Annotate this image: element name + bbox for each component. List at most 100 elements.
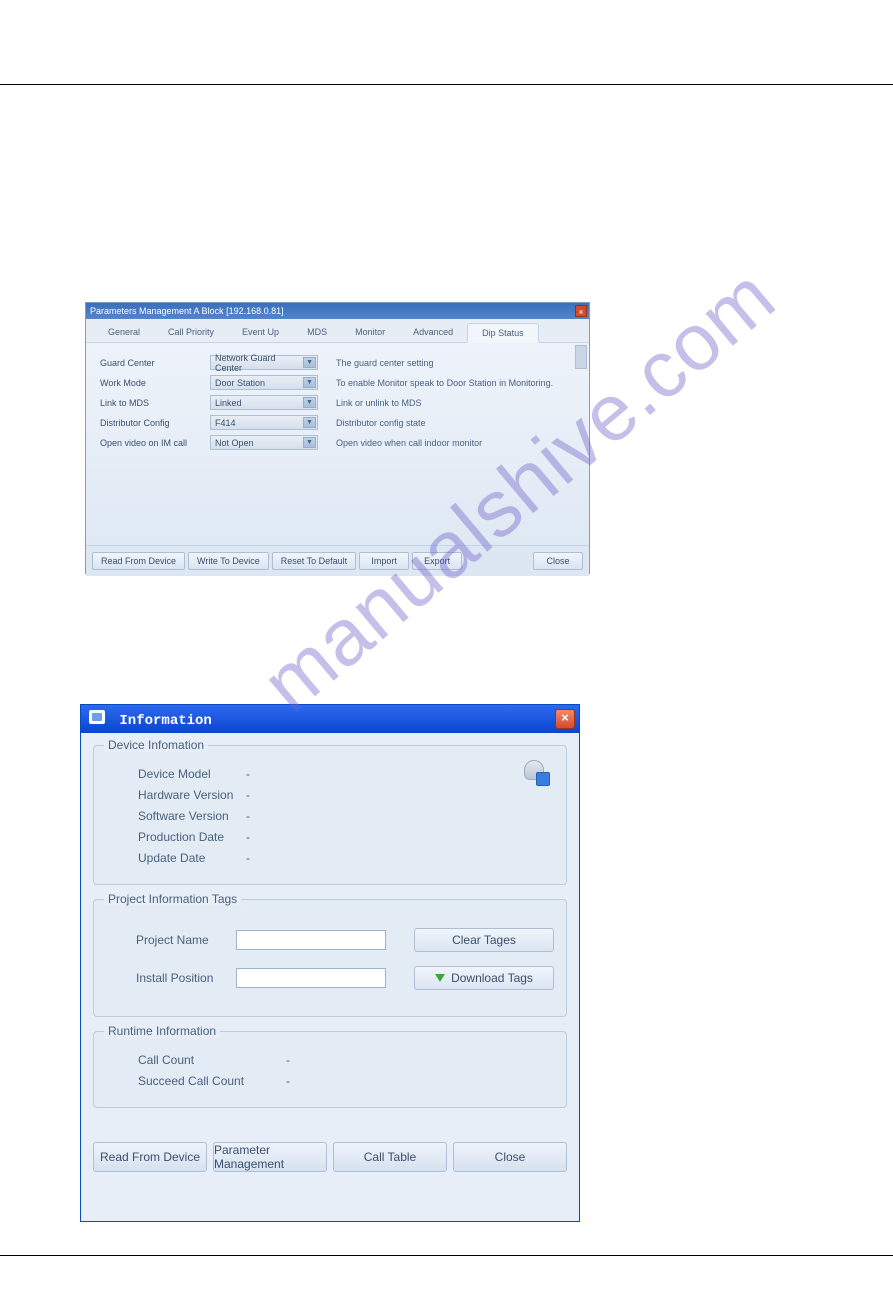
tab-dip-status[interactable]: Dip Status [467, 323, 539, 343]
link-mds-value: Linked [215, 398, 242, 408]
read-from-device-button[interactable]: Read From Device [92, 552, 185, 570]
production-date-value: - [246, 830, 266, 844]
project-information-tags-legend: Project Information Tags [104, 892, 241, 906]
chevron-down-icon: ▼ [303, 377, 316, 388]
row-distributor-config: Distributor Config F414 ▼ Distributor co… [100, 415, 575, 430]
succeed-call-count-label: Succeed Call Count [106, 1074, 286, 1088]
open-video-value: Not Open [215, 438, 254, 448]
clear-tags-button[interactable]: Clear Tages [414, 928, 554, 952]
information-window: Information × Device Infomation Device M… [80, 704, 580, 1222]
download-tags-label: Download Tags [451, 971, 533, 985]
reset-to-default-button[interactable]: Reset To Default [272, 552, 356, 570]
device-model-value: - [246, 767, 266, 781]
download-arrow-icon [435, 974, 445, 982]
close-button[interactable]: Close [533, 552, 583, 570]
row-call-count: Call Count - [106, 1053, 554, 1067]
row-guard-center: Guard Center Network Guard Center ▼ The … [100, 355, 575, 370]
runtime-information-fieldset: Runtime Information Call Count - Succeed… [93, 1031, 567, 1108]
call-table-button[interactable]: Call Table [333, 1142, 447, 1172]
row-link-mds: Link to MDS Linked ▼ Link or unlink to M… [100, 395, 575, 410]
device-information-fieldset: Device Infomation Device Model - Hardwar… [93, 745, 567, 885]
software-version-value: - [246, 809, 266, 823]
parameters-footer: Read From Device Write To Device Reset T… [86, 545, 589, 576]
chevron-down-icon: ▼ [303, 437, 316, 448]
distributor-config-label: Distributor Config [100, 418, 210, 428]
clear-tags-label: Clear Tages [452, 933, 516, 947]
tab-call-priority[interactable]: Call Priority [154, 323, 228, 342]
row-hardware-version: Hardware Version - [106, 788, 554, 802]
database-save-icon[interactable] [524, 760, 550, 786]
tab-mds[interactable]: MDS [293, 323, 341, 342]
project-information-tags-fieldset: Project Information Tags Project Name Cl… [93, 899, 567, 1017]
distributor-config-value: F414 [215, 418, 236, 428]
row-succeed-call-count: Succeed Call Count - [106, 1074, 554, 1088]
scrollbar[interactable] [575, 345, 587, 369]
row-production-date: Production Date - [106, 830, 554, 844]
download-tags-button[interactable]: Download Tags [414, 966, 554, 990]
device-model-label: Device Model [106, 767, 246, 781]
software-version-label: Software Version [106, 809, 246, 823]
install-position-input[interactable] [236, 968, 386, 988]
work-mode-desc: To enable Monitor speak to Door Station … [336, 378, 553, 388]
row-software-version: Software Version - [106, 809, 554, 823]
parameters-body: Guard Center Network Guard Center ▼ The … [86, 343, 589, 545]
row-update-date: Update Date - [106, 851, 554, 865]
export-button[interactable]: Export [412, 552, 462, 570]
row-open-video: Open video on IM call Not Open ▼ Open vi… [100, 435, 575, 450]
parameters-management-window: Parameters Management A Block [192.168.0… [85, 302, 590, 574]
install-position-label: Install Position [106, 971, 236, 985]
call-count-label: Call Count [106, 1053, 286, 1067]
information-footer: Read From Device Parameter Management Ca… [81, 1134, 579, 1184]
chevron-down-icon: ▼ [303, 357, 316, 368]
parameters-tabs: General Call Priority Event Up MDS Monit… [86, 319, 589, 343]
succeed-call-count-value: - [286, 1074, 306, 1088]
window-icon [89, 710, 105, 724]
parameters-titlebar: Parameters Management A Block [192.168.0… [86, 303, 589, 319]
parameters-title: Parameters Management A Block [192.168.0… [90, 306, 284, 316]
project-name-input[interactable] [236, 930, 386, 950]
tab-advanced[interactable]: Advanced [399, 323, 467, 342]
information-titlebar: Information × [81, 705, 579, 733]
tab-event-up[interactable]: Event Up [228, 323, 293, 342]
chevron-down-icon: ▼ [303, 417, 316, 428]
guard-center-value: Network Guard Center [215, 353, 303, 373]
close-icon[interactable]: × [555, 709, 575, 729]
open-video-select[interactable]: Not Open ▼ [210, 435, 318, 450]
distributor-config-desc: Distributor config state [336, 418, 426, 428]
hardware-version-value: - [246, 788, 266, 802]
work-mode-select[interactable]: Door Station ▼ [210, 375, 318, 390]
write-to-device-button[interactable]: Write To Device [188, 552, 269, 570]
tab-monitor[interactable]: Monitor [341, 323, 399, 342]
information-title: Information [119, 713, 211, 729]
page-rule-top [0, 84, 893, 85]
link-mds-label: Link to MDS [100, 398, 210, 408]
read-from-device-button[interactable]: Read From Device [93, 1142, 207, 1172]
row-work-mode: Work Mode Door Station ▼ To enable Monit… [100, 375, 575, 390]
guard-center-select[interactable]: Network Guard Center ▼ [210, 355, 318, 370]
link-mds-desc: Link or unlink to MDS [336, 398, 422, 408]
work-mode-value: Door Station [215, 378, 265, 388]
runtime-information-legend: Runtime Information [104, 1024, 220, 1038]
distributor-config-select[interactable]: F414 ▼ [210, 415, 318, 430]
information-title-wrap: Information [89, 710, 212, 729]
information-body: Device Infomation Device Model - Hardwar… [81, 733, 579, 1134]
device-information-legend: Device Infomation [104, 738, 208, 752]
row-device-model: Device Model - [106, 767, 554, 781]
row-project-name: Project Name Clear Tages [106, 928, 554, 952]
row-install-position: Install Position Download Tags [106, 966, 554, 990]
update-date-label: Update Date [106, 851, 246, 865]
close-button[interactable]: Close [453, 1142, 567, 1172]
link-mds-select[interactable]: Linked ▼ [210, 395, 318, 410]
open-video-label: Open video on IM call [100, 438, 210, 448]
open-video-desc: Open video when call indoor monitor [336, 438, 482, 448]
call-count-value: - [286, 1053, 306, 1067]
import-button[interactable]: Import [359, 552, 409, 570]
parameter-management-button[interactable]: Parameter Management [213, 1142, 327, 1172]
work-mode-label: Work Mode [100, 378, 210, 388]
production-date-label: Production Date [106, 830, 246, 844]
tab-general[interactable]: General [94, 323, 154, 342]
close-icon[interactable]: × [575, 305, 587, 317]
guard-center-desc: The guard center setting [336, 358, 434, 368]
project-name-label: Project Name [106, 933, 236, 947]
guard-center-label: Guard Center [100, 358, 210, 368]
